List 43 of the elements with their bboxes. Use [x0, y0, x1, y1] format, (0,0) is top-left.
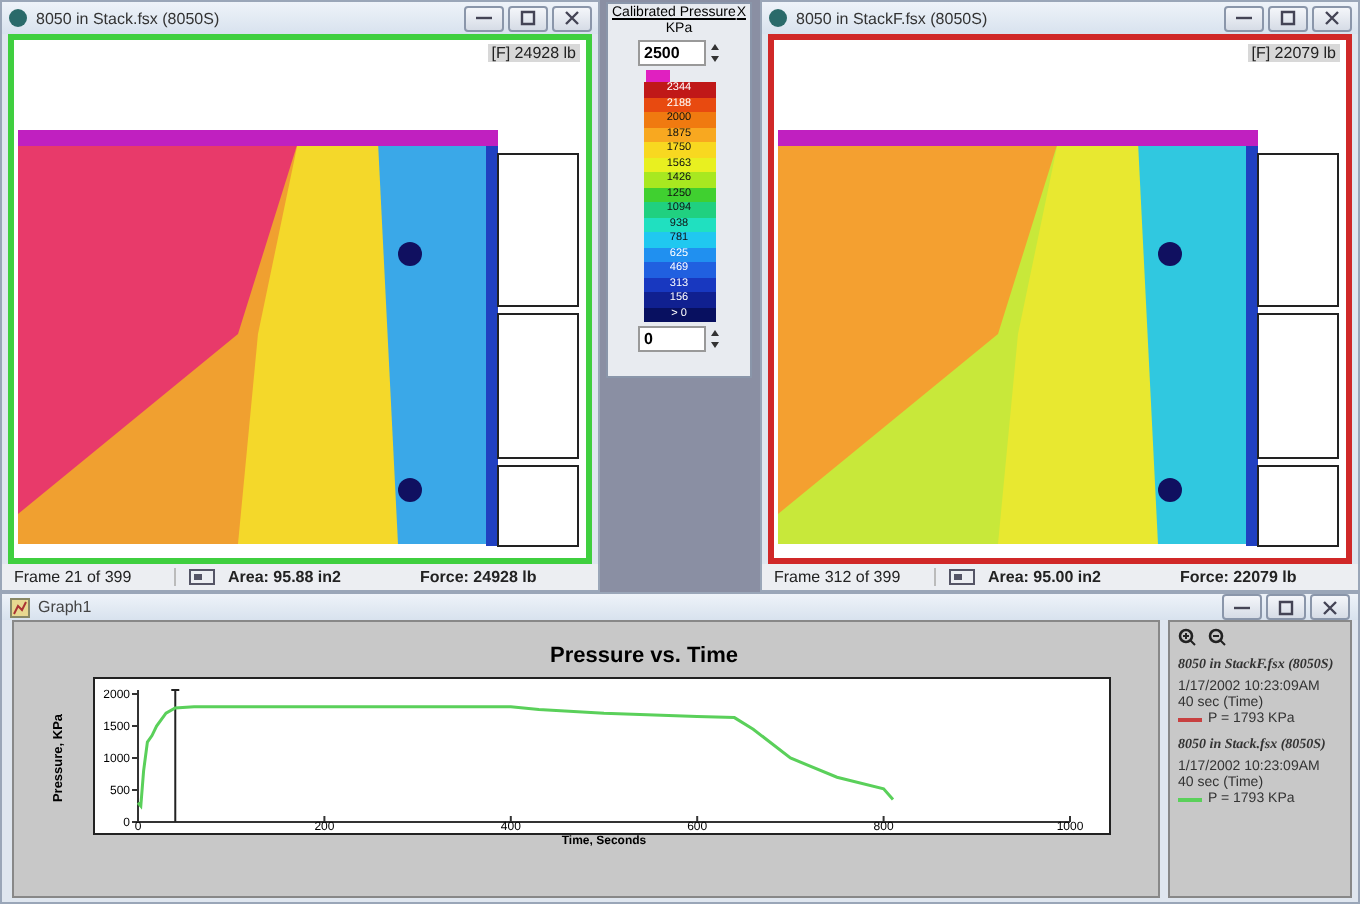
app-icon: [8, 8, 28, 28]
minimize-icon: [1234, 605, 1250, 609]
zoom-out-icon[interactable]: [1208, 628, 1226, 646]
force-reading: Force: 22079 lb: [1180, 568, 1297, 586]
force-badge: [F] 22079 lb: [1247, 44, 1340, 62]
minimize-button[interactable]: [464, 5, 504, 31]
close-button[interactable]: [1310, 594, 1350, 620]
close-button[interactable]: [552, 5, 592, 31]
window-title: 8050 in Stack.fsx (8050S): [36, 9, 220, 27]
maximize-icon: [1278, 599, 1294, 615]
area-icon: [188, 568, 216, 586]
spinner-icon[interactable]: [710, 42, 720, 64]
maximize-button[interactable]: [1268, 5, 1308, 31]
maximize-button[interactable]: [1266, 594, 1306, 620]
min-pressure-field[interactable]: 0: [638, 326, 706, 352]
minimize-button[interactable]: [1222, 594, 1262, 620]
window-title: Graph1: [38, 598, 92, 616]
max-pressure-field[interactable]: 2500: [638, 40, 706, 66]
spinner-icon[interactable]: [710, 328, 720, 350]
area-reading: Area: 95.88 in2: [228, 568, 343, 586]
force-reading: Force: 24928 lb: [420, 568, 537, 586]
area-icon: [948, 568, 976, 586]
minimize-icon: [1236, 16, 1252, 20]
area-reading: Area: 95.00 in2: [988, 568, 1103, 586]
maximize-button[interactable]: [508, 5, 548, 31]
close-icon: [1324, 10, 1340, 26]
close-button[interactable]: [1312, 5, 1352, 31]
minimize-button[interactable]: [1224, 5, 1264, 31]
close-icon: [1322, 599, 1338, 615]
close-icon: [564, 10, 580, 26]
app-icon: [768, 8, 788, 28]
zoom-in-icon[interactable]: [1178, 628, 1196, 646]
force-badge: [F] 24928 lb: [487, 44, 580, 62]
cursor-line[interactable]: [170, 689, 181, 823]
graph-icon: [10, 597, 30, 617]
frame-counter: Frame 21 of 399: [14, 568, 176, 586]
window-title: 8050 in StackF.fsx (8050S): [796, 9, 988, 27]
chart-title: Pressure vs. Time: [550, 644, 738, 668]
frame-counter: Frame 312 of 399: [774, 568, 936, 586]
maximize-icon: [520, 10, 536, 26]
maximize-icon: [1280, 10, 1296, 26]
minimize-icon: [476, 16, 492, 20]
overflow-swatch: [645, 70, 669, 82]
